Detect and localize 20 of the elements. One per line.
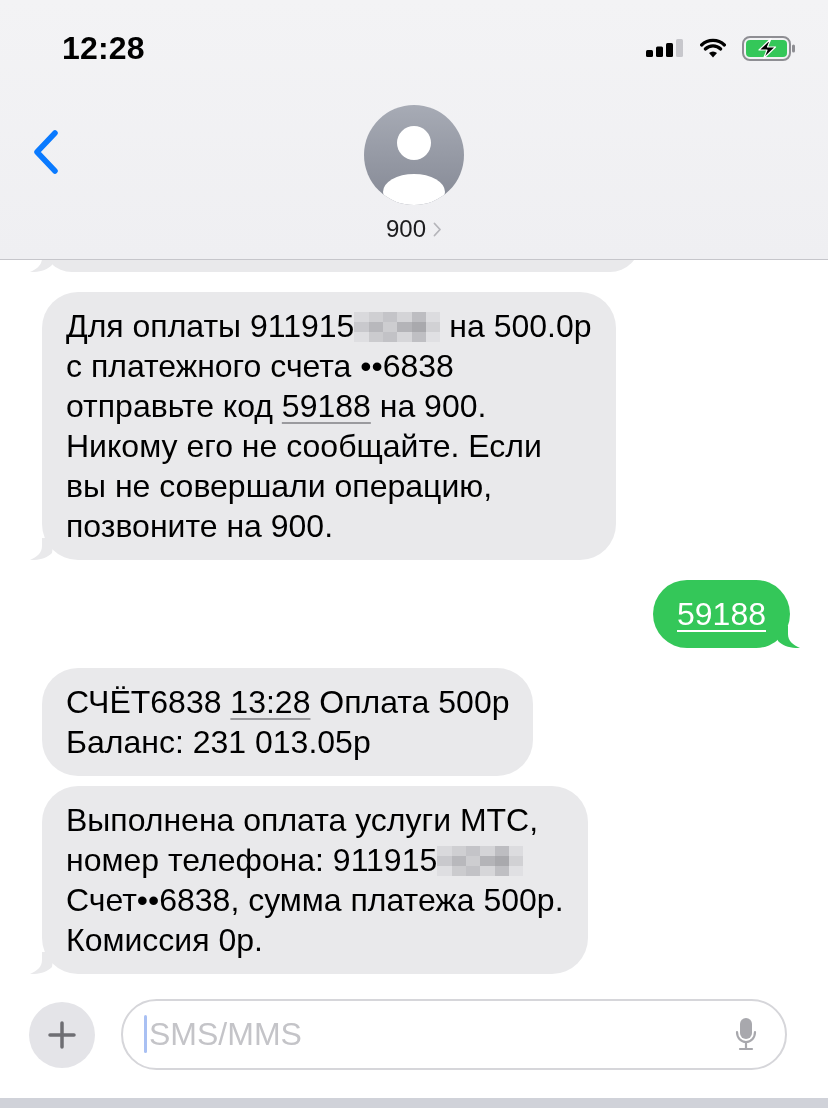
chevron-right-icon (433, 221, 442, 237)
message-field[interactable]: SMS/MMS (121, 999, 787, 1070)
message-link[interactable]: 13:28 (230, 684, 311, 720)
plus-icon (48, 1020, 76, 1049)
wifi-icon (700, 38, 726, 58)
battery-charging-icon (742, 35, 796, 61)
back-button[interactable] (33, 130, 59, 174)
back-icon (33, 130, 59, 174)
contact-name-button[interactable]: 900 (385, 214, 442, 244)
signal-icon (646, 39, 684, 57)
message-text: СЧЁТ6838 13:28 Оплата 500р Баланс: 231 013.05р (66, 683, 510, 762)
message-text: Для оплаты 911915 на 500.0р с платежного счета ••6838 отправьте код 59188 на 900. Никому его не сообщайте. Если вы не совершали операцию, позвоните на 900. (66, 307, 592, 546)
pixelation-icon (437, 846, 524, 876)
text-cursor-icon (144, 1015, 147, 1053)
pixelation-icon (354, 312, 441, 342)
status-time: 12:28 (62, 29, 145, 67)
message-link[interactable]: 59188 (281, 388, 371, 424)
avatar-icon[interactable] (364, 105, 464, 205)
microphone-icon[interactable] (735, 1017, 757, 1051)
message-text: Выполнена оплата услуги МТС, номер телефона: 911915 Счет••6838, сумма платежа 500р. Комиссия 0р. (66, 801, 564, 960)
